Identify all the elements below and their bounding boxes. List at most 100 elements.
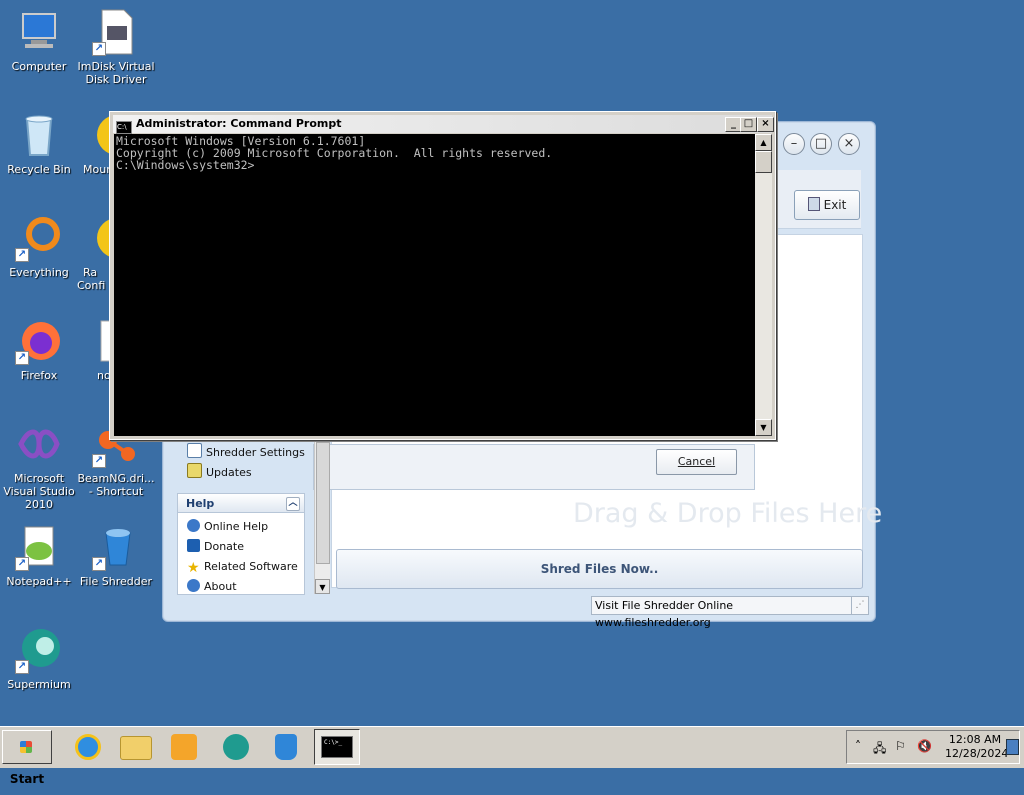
cmd-close-button[interactable]: ×: [757, 117, 774, 132]
volume-muted-icon[interactable]: 🔇: [917, 739, 932, 753]
help-donate[interactable]: Donate: [187, 538, 244, 556]
taskbar: Start C:\>_ ˄ 🖧 ⚐ 🔇 12:08 AM 12/28/2024: [0, 726, 1024, 786]
desktop-icon-label: Moun: [83, 163, 109, 176]
help-online-help[interactable]: Online Help: [187, 518, 268, 536]
firefox-icon: ↗: [15, 317, 63, 365]
resize-grip[interactable]: ⋰: [851, 596, 869, 615]
shortcut-arrow-icon: ↗: [15, 557, 29, 571]
shredder-bin-icon: ↗: [92, 523, 140, 571]
desktop-icon-notes[interactable]: no: [77, 317, 109, 382]
desktop-icon-recycle-bin[interactable]: Recycle Bin: [0, 111, 78, 176]
scroll-thumb[interactable]: [316, 442, 330, 564]
notepad-plus-plus-icon: ↗: [15, 523, 63, 571]
recycle-bin-icon: [15, 111, 63, 159]
website-link[interactable]: www.fileshredder.org: [595, 616, 711, 629]
network-icon[interactable]: 🖧: [873, 739, 886, 760]
desktop-icon-ramdisk-config[interactable]: Ra Confi: [77, 214, 109, 292]
desktop-icon-label: Recycle Bin: [7, 163, 71, 176]
scroll-thumb[interactable]: [755, 151, 772, 173]
desktop-icon-firefox[interactable]: ↗ Firefox: [0, 317, 78, 382]
help-section-header[interactable]: Help ︿: [177, 493, 305, 513]
desktop-icon-label: Microsoft Visual Studio 2010: [3, 472, 75, 511]
desktop-icon-label: Ra Confi: [77, 266, 106, 292]
shortcut-arrow-icon: ↗: [15, 660, 29, 674]
task-updates[interactable]: Updates: [187, 463, 252, 481]
document-icon: ↗: [92, 8, 140, 56]
updates-icon: [187, 463, 202, 478]
show-desktop-button[interactable]: [1006, 739, 1019, 755]
cmd-maximize-button[interactable]: □: [740, 117, 757, 132]
desktop-icon-everything[interactable]: ↗ Everything: [0, 214, 78, 279]
settings-icon: [187, 443, 202, 458]
about-icon: [187, 579, 200, 592]
exit-button[interactable]: Exit: [794, 190, 860, 220]
desktop-icon-imdisk[interactable]: ↗ ImDisk Virtual Disk Driver: [77, 8, 155, 86]
shredder-bin-icon: [275, 734, 297, 760]
desktop-icon-label: Firefox: [20, 369, 58, 382]
start-button[interactable]: Start: [2, 730, 52, 786]
desktop-icon-mount[interactable]: Moun: [77, 111, 109, 176]
desktop-icon-label: no: [97, 369, 109, 382]
drag-drop-hint: Drag & Drop Files Here: [573, 498, 883, 529]
cancel-button[interactable]: Cancel: [656, 449, 737, 475]
shredder-maximize-button[interactable]: □: [810, 133, 832, 155]
clock-time: 12:08 AM: [948, 733, 1002, 746]
task-pane-scrollbar[interactable]: ▼: [314, 442, 330, 594]
taskbar-file-shredder[interactable]: [266, 730, 306, 764]
shortcut-arrow-icon: ↗: [92, 557, 106, 571]
taskbar-command-prompt[interactable]: C:\>_: [314, 729, 360, 765]
shortcut-arrow-icon: ↗: [92, 454, 106, 468]
exit-icon: [807, 197, 820, 211]
desktop-icon-label: File Shredder: [79, 575, 153, 588]
console-prompt: C:\Windows\system32>: [116, 158, 255, 172]
clock[interactable]: 12:08 AM 12/28/2024: [945, 733, 1009, 761]
cmd-vertical-scrollbar[interactable]: ▲ ▼: [755, 134, 772, 436]
desktop-icon-label: BeamNG.dri... - Shortcut: [77, 472, 155, 498]
desktop-icon-supermium[interactable]: ↗ Supermium: [0, 626, 78, 691]
console-output[interactable]: Microsoft Windows [Version 6.1.7601] Copy…: [114, 134, 755, 436]
help-related-software[interactable]: ★ Related Software: [187, 558, 298, 576]
taskbar-supermium[interactable]: [216, 730, 256, 764]
show-hidden-icons-chevron-icon[interactable]: ˄: [855, 739, 861, 753]
desktop-icon-label: Supermium: [7, 678, 71, 691]
scroll-up-arrow-icon[interactable]: ▲: [755, 134, 772, 151]
disk-icon: [93, 214, 109, 262]
supermium-icon: ↗: [15, 626, 63, 674]
internet-explorer-icon: [75, 734, 101, 760]
shred-files-button[interactable]: Shred Files Now..: [336, 549, 863, 589]
computer-icon: [15, 8, 63, 56]
taskbar-internet-explorer[interactable]: [68, 730, 108, 764]
cmd-system-icon[interactable]: C:\: [116, 121, 132, 134]
help-icon: [187, 519, 200, 532]
scroll-down-arrow-icon[interactable]: ▼: [755, 419, 772, 436]
desktop-icon-label: ImDisk Virtual Disk Driver: [77, 60, 155, 86]
shredder-close-button[interactable]: ×: [838, 133, 860, 155]
taskbar-explorer[interactable]: [116, 730, 156, 764]
shortcut-arrow-icon: ↗: [15, 248, 29, 262]
task-shredder-settings[interactable]: Shredder Settings: [187, 443, 305, 461]
shortcut-arrow-icon: ↗: [15, 351, 29, 365]
document-icon: [93, 317, 109, 365]
everything-search-icon: ↗: [15, 214, 63, 262]
action-center-flag-icon[interactable]: ⚐: [895, 739, 906, 753]
shredder-minimize-button[interactable]: –: [783, 133, 805, 155]
clock-date: 12/28/2024: [945, 747, 1009, 760]
help-about[interactable]: About: [187, 578, 237, 596]
desktop-icon-label: Computer: [11, 60, 67, 73]
visit-online-link[interactable]: Visit File Shredder Online: [595, 599, 733, 612]
desktop-icon-file-shredder[interactable]: ↗ File Shredder: [77, 523, 155, 588]
scroll-down-arrow-icon[interactable]: ▼: [315, 579, 330, 594]
supermium-icon: [223, 734, 249, 760]
windows-flag-icon: [20, 741, 32, 753]
desktop-icon-computer[interactable]: Computer: [0, 8, 78, 73]
disk-icon: [93, 111, 109, 159]
desktop-icon-notepad-plus-plus[interactable]: ↗ Notepad++: [0, 523, 78, 588]
media-player-icon: [171, 734, 197, 760]
taskbar-media-player[interactable]: [164, 730, 204, 764]
collapse-chevron-icon[interactable]: ︿: [286, 497, 300, 511]
command-prompt-window: C:\ Administrator: Command Prompt _ □ × M…: [109, 111, 776, 440]
desktop-icon-label: Everything: [9, 266, 69, 279]
paypal-icon: [187, 539, 200, 552]
desktop-icon-visual-studio[interactable]: Microsoft Visual Studio 2010: [0, 420, 78, 511]
cmd-title-bar[interactable]: C:\ Administrator: Command Prompt _ □ ×: [113, 115, 774, 134]
